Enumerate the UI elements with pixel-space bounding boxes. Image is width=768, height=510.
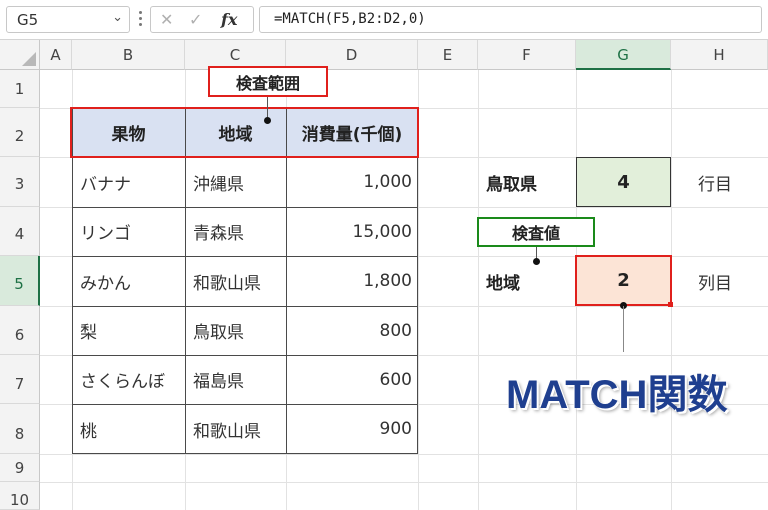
table-cell-region[interactable]: 鳥取県 bbox=[185, 306, 286, 355]
table-cell-amount[interactable]: 600 bbox=[286, 355, 418, 404]
cancel-icon[interactable]: ✕ bbox=[160, 10, 173, 29]
table-cell-amount[interactable]: 800 bbox=[286, 306, 418, 355]
column-header-f[interactable]: F bbox=[478, 40, 576, 70]
table-cell-fruit[interactable]: バナナ bbox=[72, 157, 185, 207]
row-header-8[interactable]: 8 bbox=[0, 404, 40, 454]
callout-dot bbox=[533, 258, 540, 265]
table-border bbox=[72, 207, 418, 208]
match-result-cell[interactable]: 2 bbox=[575, 255, 672, 306]
row-header-9[interactable]: 9 bbox=[0, 454, 40, 482]
table-cell-fruit[interactable]: さくらんぼ bbox=[72, 355, 185, 404]
row-header-5[interactable]: 5 bbox=[0, 256, 40, 306]
name-box-value: G5 bbox=[17, 11, 39, 29]
lookup-label-prefecture[interactable]: 鳥取県 bbox=[486, 157, 537, 207]
table-cell-fruit[interactable]: みかん bbox=[72, 256, 185, 306]
table-cell-amount[interactable]: 900 bbox=[286, 404, 418, 454]
table-border bbox=[72, 453, 418, 454]
formula-input[interactable]: =MATCH(F5,B2:D2,0) bbox=[259, 6, 762, 33]
table-cell-region[interactable]: 沖縄県 bbox=[185, 157, 286, 207]
select-all-corner[interactable] bbox=[0, 40, 40, 70]
formula-buttons: ✕ ✓ fx bbox=[150, 6, 254, 33]
column-header-g[interactable]: G bbox=[576, 40, 671, 70]
callout-connector bbox=[267, 97, 268, 119]
row-header-6[interactable]: 6 bbox=[0, 306, 40, 355]
name-box[interactable]: G5 ⌄ bbox=[6, 6, 130, 33]
table-border bbox=[72, 256, 418, 257]
column-suffix-label[interactable]: 列目 bbox=[698, 256, 732, 306]
row-header-1[interactable]: 1 bbox=[0, 70, 40, 108]
row-suffix-label[interactable]: 行目 bbox=[698, 157, 732, 207]
table-border bbox=[417, 108, 418, 454]
table-border bbox=[72, 404, 418, 405]
table-border bbox=[286, 108, 287, 454]
match-function-title: MATCH関数 bbox=[506, 373, 728, 417]
column-header-b[interactable]: B bbox=[72, 40, 185, 70]
row-header-4[interactable]: 4 bbox=[0, 207, 40, 256]
table-cell-fruit[interactable]: リンゴ bbox=[72, 207, 185, 256]
lookup-range-highlight bbox=[70, 107, 419, 158]
row-header-10[interactable]: 10 bbox=[0, 482, 40, 510]
select-all-icon bbox=[22, 52, 36, 66]
lookup-value-callout: 検査値 bbox=[477, 217, 595, 247]
table-cell-fruit[interactable]: 梨 bbox=[72, 306, 185, 355]
table-cell-amount[interactable]: 15,000 bbox=[286, 207, 418, 256]
enter-icon[interactable]: ✓ bbox=[189, 10, 202, 29]
column-header-e[interactable]: E bbox=[418, 40, 478, 70]
table-border bbox=[72, 306, 418, 307]
table-cell-region[interactable]: 和歌山県 bbox=[185, 404, 286, 454]
table-border bbox=[72, 108, 73, 454]
table-cell-amount[interactable]: 1,800 bbox=[286, 256, 418, 306]
row-header-2[interactable]: 2 bbox=[0, 108, 40, 157]
insert-function-icon[interactable]: fx bbox=[221, 10, 237, 29]
table-border bbox=[72, 355, 418, 356]
formula-text: =MATCH(F5,B2:D2,0) bbox=[274, 11, 426, 27]
result-row-number[interactable]: 4 bbox=[576, 157, 671, 207]
table-cell-fruit[interactable]: 桃 bbox=[72, 404, 185, 454]
row-header-3[interactable]: 3 bbox=[0, 157, 40, 207]
column-header-h[interactable]: H bbox=[671, 40, 768, 70]
chevron-down-icon[interactable]: ⌄ bbox=[112, 10, 123, 25]
fill-handle[interactable] bbox=[668, 302, 673, 307]
more-options-icon[interactable] bbox=[139, 10, 143, 28]
table-cell-region[interactable]: 和歌山県 bbox=[185, 256, 286, 306]
result-connector bbox=[623, 306, 624, 352]
table-cell-region[interactable]: 福島県 bbox=[185, 355, 286, 404]
lookup-value-cell[interactable]: 地域 bbox=[486, 256, 520, 306]
formula-bar: G5 ⌄ ✕ ✓ fx =MATCH(F5,B2:D2,0) bbox=[0, 0, 768, 40]
lookup-range-callout: 検査範囲 bbox=[208, 66, 328, 97]
column-header-a[interactable]: A bbox=[40, 40, 72, 70]
table-cell-amount[interactable]: 1,000 bbox=[286, 157, 418, 207]
callout-dot bbox=[264, 117, 271, 124]
table-border bbox=[185, 108, 186, 454]
table-cell-region[interactable]: 青森県 bbox=[185, 207, 286, 256]
row-header-7[interactable]: 7 bbox=[0, 355, 40, 404]
